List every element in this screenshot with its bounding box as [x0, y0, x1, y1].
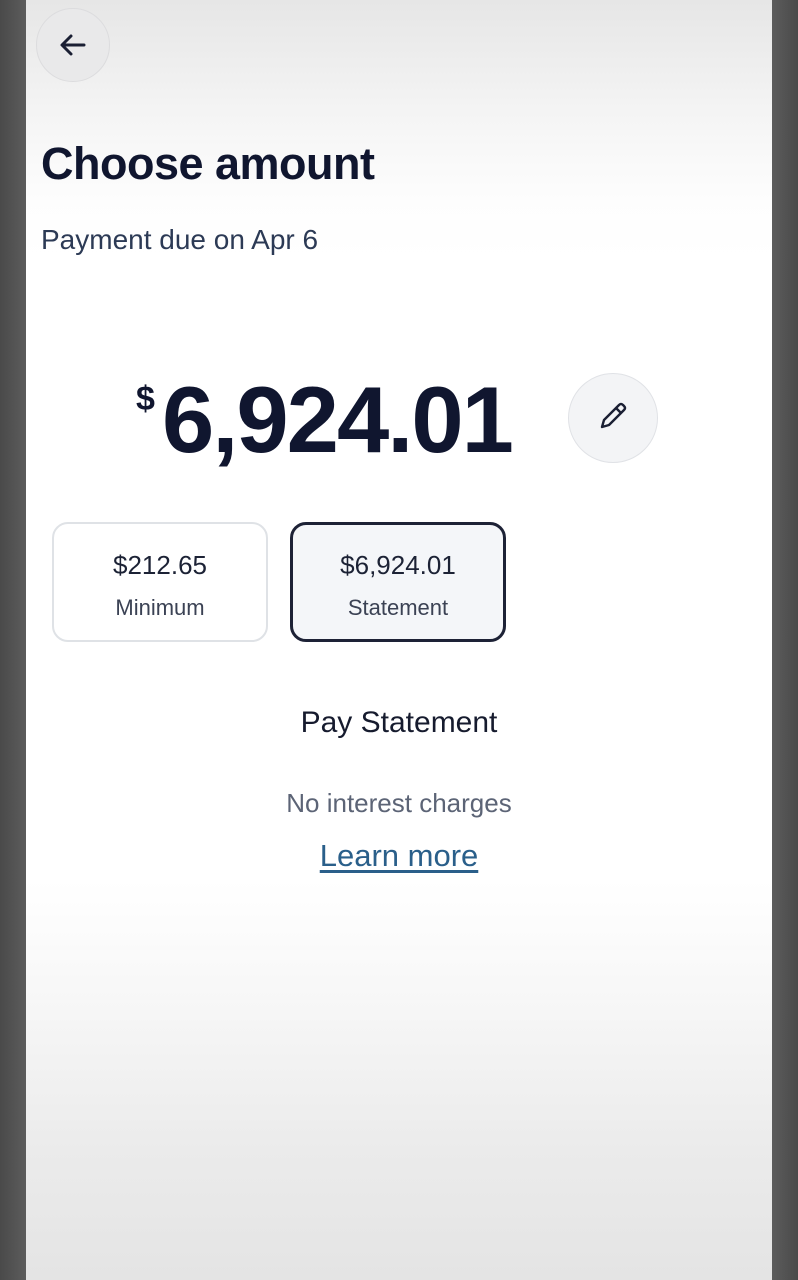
right-bezel — [772, 0, 798, 1280]
pencil-icon — [594, 397, 632, 440]
statement-amount: $6,924.01 — [340, 550, 456, 580]
statement-label: Statement — [347, 595, 449, 620]
currency-symbol: $ — [136, 380, 155, 418]
minimum-amount: $212.65 — [113, 550, 207, 580]
payment-screen: Choose amount Payment due on Apr 6 $ 6,9… — [26, 0, 772, 1280]
payment-amount: 6,924.01 — [162, 367, 514, 472]
left-bezel — [0, 0, 26, 1280]
statement-option-card[interactable]: $6,924.01 Statement — [290, 522, 506, 642]
interest-note: No interest charges — [286, 788, 512, 818]
phone-frame: Choose amount Payment due on Apr 6 $ 6,9… — [0, 0, 798, 1280]
pay-statement-heading: Pay Statement — [300, 706, 498, 739]
arrow-left-icon — [56, 28, 90, 62]
back-button[interactable] — [36, 8, 110, 82]
payment-due-date: Payment due on Apr 6 — [41, 224, 319, 255]
learn-more-link[interactable]: Learn more — [320, 838, 479, 873]
edit-amount-button[interactable] — [568, 373, 658, 463]
minimum-label: Minimum — [115, 595, 205, 620]
page-title: Choose amount — [41, 138, 375, 189]
minimum-option-card[interactable]: $212.65 Minimum — [52, 522, 268, 642]
learn-more-container: Learn more — [26, 838, 772, 874]
